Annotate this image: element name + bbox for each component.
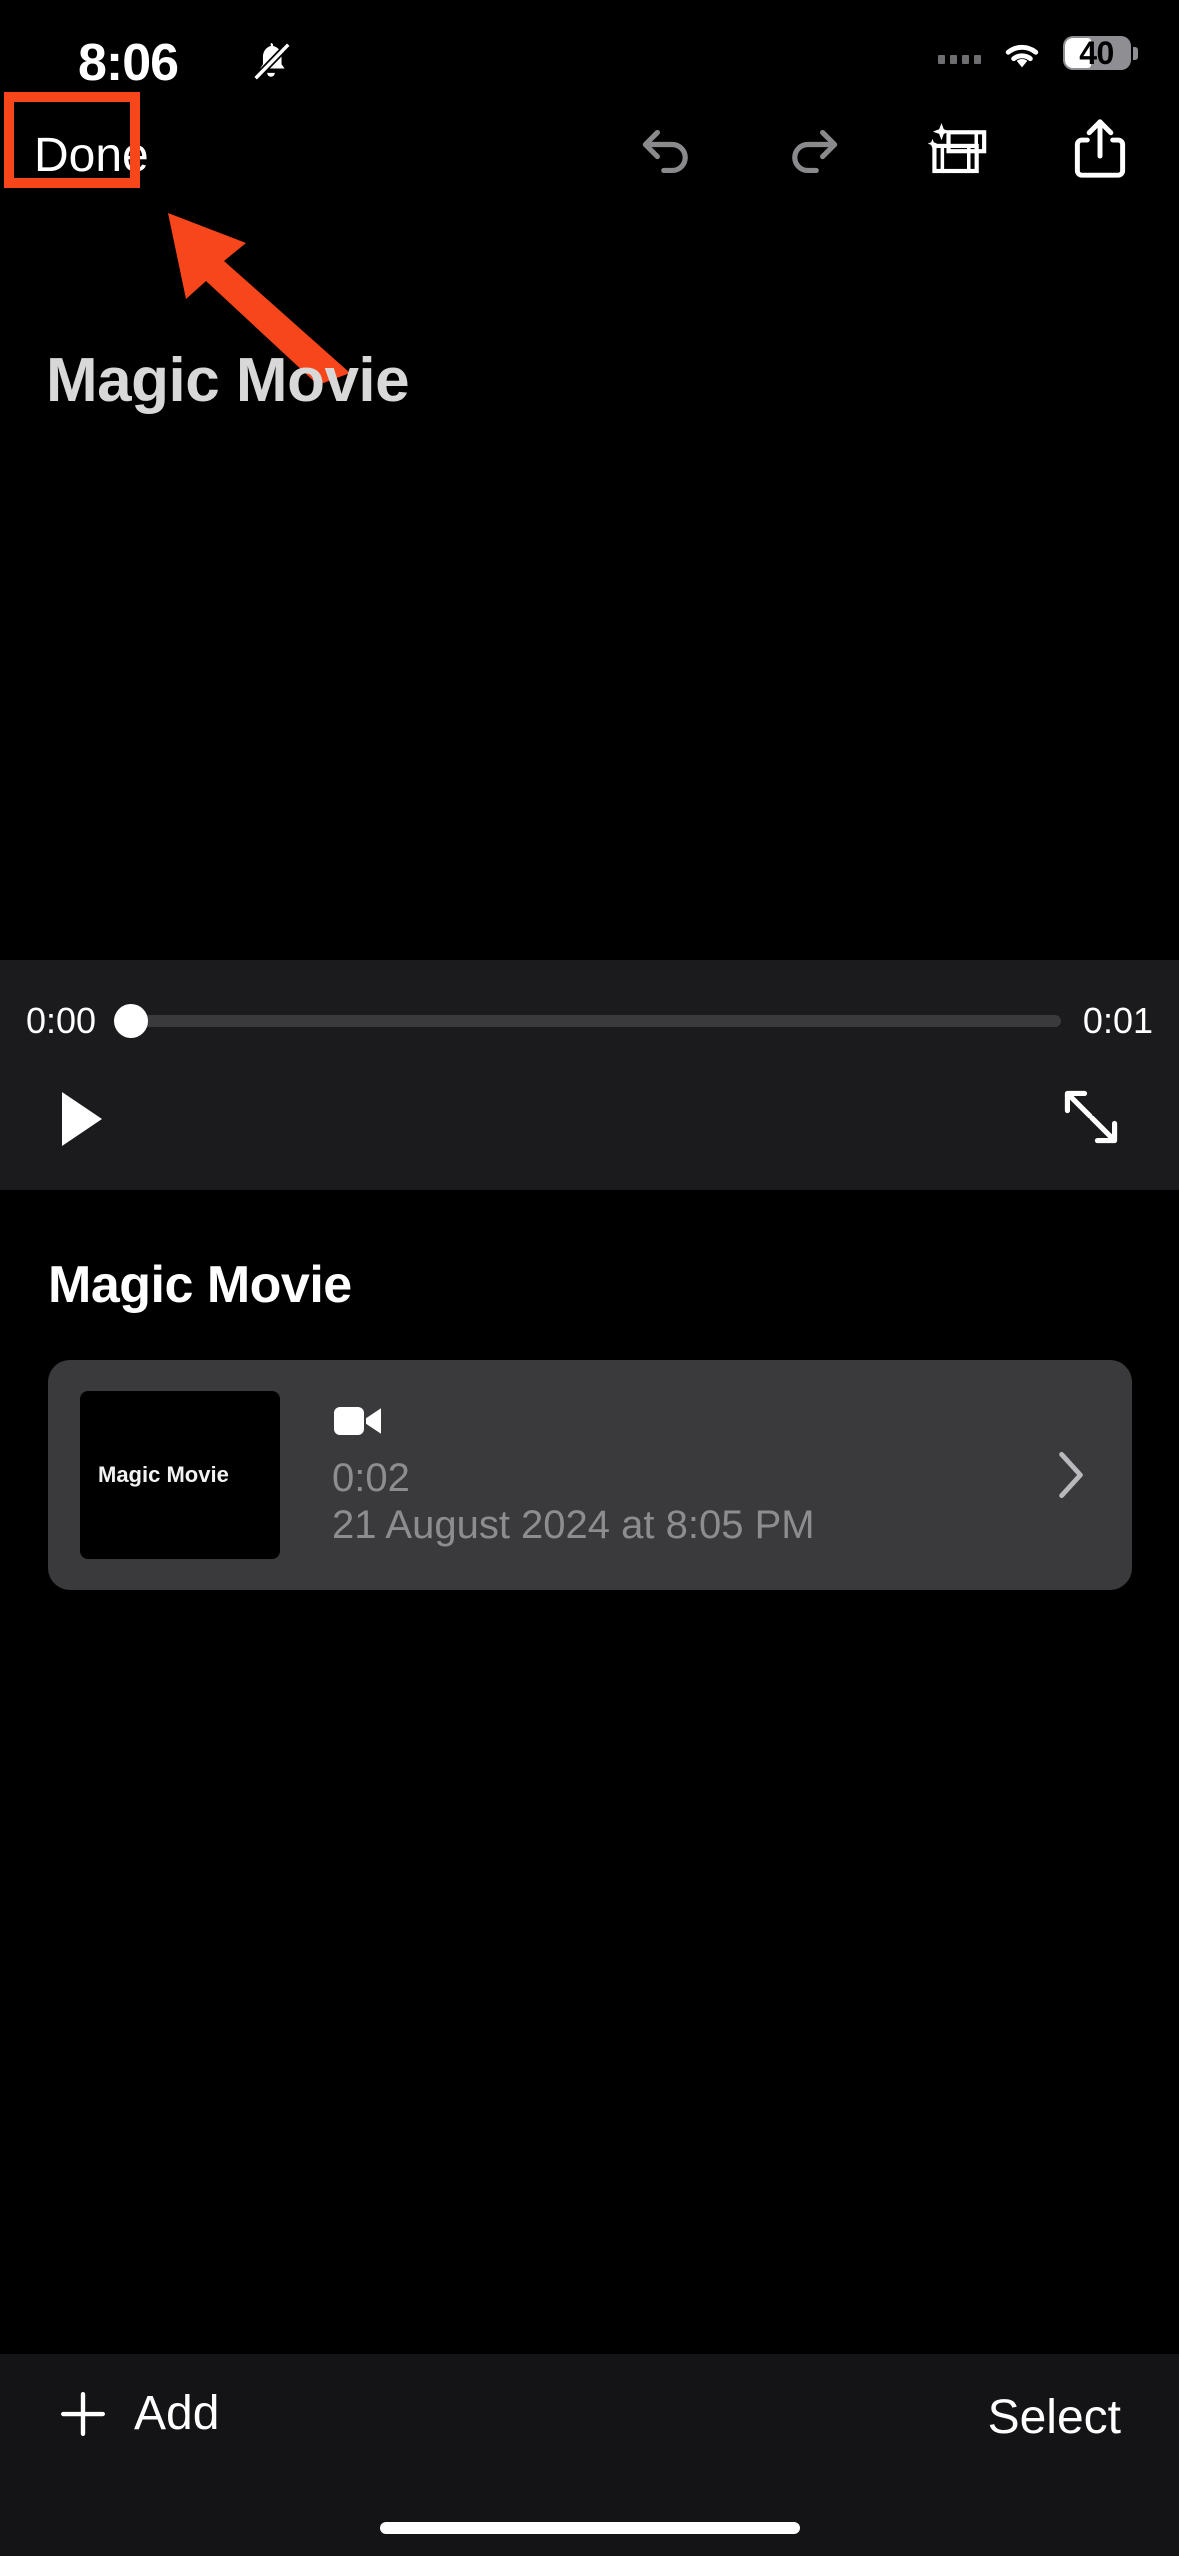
iphone-screen: 8:06 40 Done Magic Movie 0:00 0:01 Magic… xyxy=(0,0,1179,2556)
redo-icon[interactable] xyxy=(779,116,845,182)
play-icon[interactable] xyxy=(58,1089,106,1149)
plus-icon xyxy=(61,2391,105,2436)
playback-controls xyxy=(0,1075,1179,1165)
share-icon[interactable] xyxy=(1067,116,1133,182)
add-button[interactable]: Add xyxy=(58,2386,219,2441)
add-button-label: Add xyxy=(134,2387,220,2440)
video-camera-icon xyxy=(334,1406,381,1435)
section-title: Magic Movie xyxy=(48,1256,352,1314)
bottom-bar: Add Select xyxy=(0,2354,1179,2556)
undo-icon[interactable] xyxy=(635,116,701,182)
select-button[interactable]: Select xyxy=(988,2390,1121,2445)
status-bar-indicators: 40 xyxy=(938,34,1138,71)
current-time-label: 0:00 xyxy=(26,1000,97,1041)
status-bar: 8:06 40 xyxy=(0,0,1179,110)
scrubber-track[interactable] xyxy=(114,1004,1061,1038)
clip-list-item[interactable]: Magic Movie 0:02 21 August 2024 at 8:05 … xyxy=(48,1360,1132,1590)
bell-slash-icon xyxy=(253,42,291,81)
battery-indicator: 40 xyxy=(1063,34,1138,71)
expand-arrows-icon[interactable] xyxy=(1061,1087,1121,1147)
status-bar-time: 8:06 xyxy=(78,34,179,92)
cellular-dots-icon xyxy=(938,42,981,64)
clip-thumbnail: Magic Movie xyxy=(80,1391,280,1559)
chevron-right-icon[interactable] xyxy=(1056,1448,1086,1502)
playback-panel: 0:00 0:01 xyxy=(0,960,1179,1190)
home-indicator xyxy=(379,2522,800,2534)
done-button[interactable]: Done xyxy=(34,128,149,183)
clip-metadata: 0:02 21 August 2024 at 8:05 PM xyxy=(332,1401,1056,1549)
wifi-icon xyxy=(1005,44,1039,68)
battery-percent: 40 xyxy=(1079,34,1114,71)
toolbar-icon-group xyxy=(635,116,1133,182)
magic-movie-icon[interactable] xyxy=(923,116,989,182)
clip-duration: 0:02 xyxy=(332,1455,410,1500)
annotation-label: Magic Movie xyxy=(46,346,410,415)
clip-thumbnail-label: Magic Movie xyxy=(98,1462,229,1487)
total-time-label: 0:01 xyxy=(1082,1000,1153,1041)
clip-list-section: Magic Movie Magic Movie 0:02 21 August 2… xyxy=(0,1190,1179,2350)
scrubber-row: 0:00 0:01 xyxy=(0,998,1179,1044)
scrubber-knob[interactable] xyxy=(114,1004,148,1038)
clip-date: 21 August 2024 at 8:05 PM xyxy=(332,1503,815,1547)
